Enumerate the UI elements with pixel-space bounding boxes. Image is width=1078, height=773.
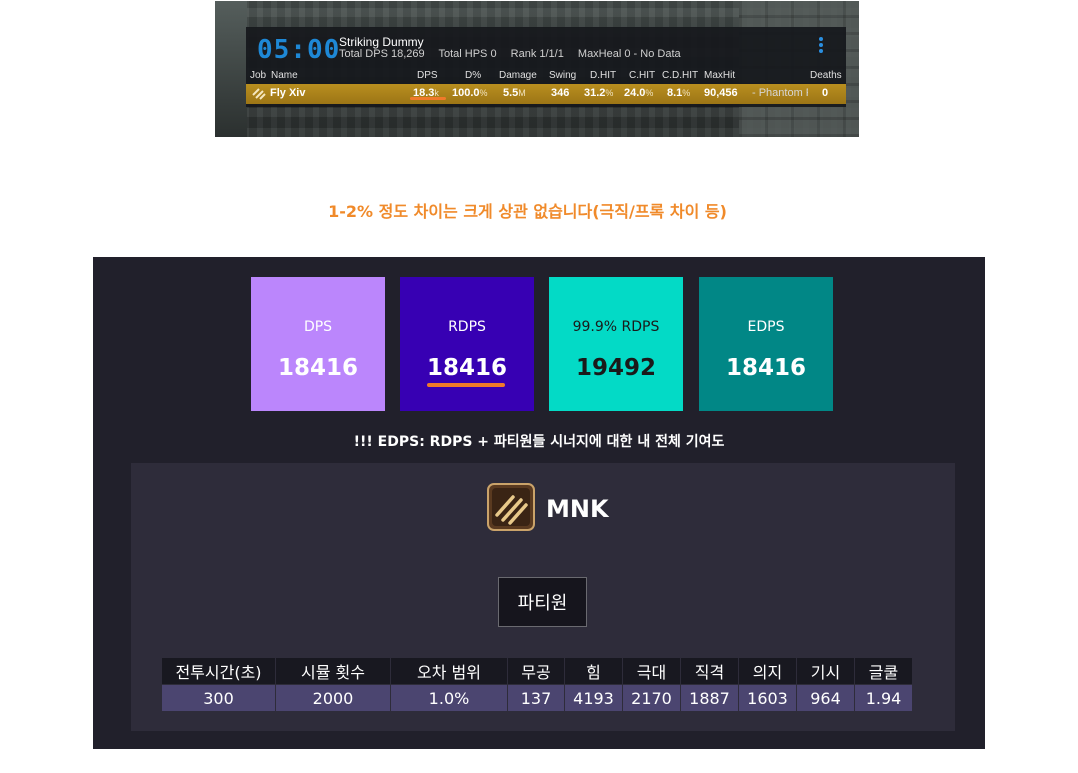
combatant-cdhit: 8.1% bbox=[667, 87, 691, 99]
header-name: Name bbox=[271, 70, 298, 81]
rdps-999-stat-box: 99.9% RDPS 19492 bbox=[549, 277, 683, 411]
header-direct-hit: 직격 bbox=[681, 658, 738, 684]
dps-calculator-panel: DPS 18416 RDPS 18416 99.9% RDPS 19492 ED… bbox=[93, 257, 985, 749]
max-heal: MaxHeal 0 - No Data bbox=[577, 48, 681, 60]
header-strength: 힘 bbox=[565, 658, 622, 684]
mnk-job-icon bbox=[487, 483, 535, 531]
determination-input[interactable]: 1603 bbox=[739, 685, 796, 711]
edps-stat-box: EDPS 18416 bbox=[699, 277, 833, 411]
battle-time-input[interactable]: 300 bbox=[162, 685, 275, 711]
rdps-highlight-underline bbox=[427, 383, 505, 387]
background-wall-left bbox=[215, 1, 247, 137]
simulation-stats-table: 전투시간(초) 시뮬 횟수 오차 범위 무공 힘 극대 직격 의지 기시 글쿨 … bbox=[161, 657, 913, 712]
party-member-button[interactable]: 파티원 bbox=[498, 577, 587, 627]
header-gcd: 글쿨 bbox=[855, 658, 912, 684]
total-hps: Total HPS 0 bbox=[438, 48, 497, 60]
total-dps: Total DPS 18,269 bbox=[339, 48, 425, 60]
rank: Rank 1/1/1 bbox=[510, 48, 564, 60]
header-sim-count: 시뮬 횟수 bbox=[276, 658, 390, 684]
sim-count-input[interactable]: 2000 bbox=[276, 685, 390, 711]
error-range-input[interactable]: 1.0% bbox=[391, 685, 507, 711]
mnk-job-icon bbox=[252, 88, 266, 100]
encounter-timer: 05:00 bbox=[257, 35, 341, 65]
job-name: MNK bbox=[546, 495, 609, 523]
combatant-dhit: 31.2% bbox=[584, 87, 614, 99]
meter-header-row: Job Name DPS D% Damage Swing D.HIT C.HIT… bbox=[249, 70, 845, 84]
header-battle-time: 전투시간(초) bbox=[162, 658, 275, 684]
rdps-999-label: 99.9% RDPS bbox=[572, 319, 660, 335]
encounter-name: Striking Dummy bbox=[339, 35, 424, 49]
combatant-dpct: 100.0% bbox=[452, 87, 488, 99]
variance-note: 1-2% 정도 차이는 크게 상관 없습니다(극직/프록 차이 등) bbox=[328, 202, 727, 221]
dps-stat-box: DPS 18416 bbox=[251, 277, 385, 411]
edps-value: 18416 bbox=[725, 355, 807, 381]
direct-hit-input[interactable]: 1887 bbox=[681, 685, 738, 711]
edps-explanation: !!! EDPS: RDPS + 파티원들 시너지에 대한 내 전체 기여도 bbox=[353, 434, 725, 450]
rdps-999-value: 19492 bbox=[575, 355, 657, 381]
header-swing: Swing bbox=[549, 70, 577, 81]
dps-value: 18416 bbox=[277, 355, 359, 381]
header-deaths: Deaths bbox=[810, 70, 842, 81]
edps-label: EDPS bbox=[747, 319, 785, 335]
encounter-stats: Total DPS 18,269 Total HPS 0 Rank 1/1/1 … bbox=[339, 48, 692, 60]
strength-input[interactable]: 4193 bbox=[565, 685, 622, 711]
header-weapon-damage: 무공 bbox=[508, 658, 564, 684]
act-meter-panel: 05:00 Striking Dummy Total DPS 18,269 To… bbox=[246, 27, 846, 107]
rdps-value: 18416 bbox=[426, 355, 508, 381]
combatant-swing: 346 bbox=[551, 87, 570, 99]
header-job: Job bbox=[250, 70, 267, 81]
header-critical: 극대 bbox=[623, 658, 680, 684]
table-row: 300 2000 1.0% 137 4193 2170 1887 1603 96… bbox=[162, 685, 912, 711]
critical-input[interactable]: 2170 bbox=[623, 685, 680, 711]
more-menu-icon[interactable] bbox=[818, 37, 824, 55]
gcd-input[interactable]: 1.94 bbox=[855, 685, 912, 711]
combatant-name: Fly Xiv bbox=[270, 87, 306, 99]
header-determination: 의지 bbox=[739, 658, 796, 684]
table-header-row: 전투시간(초) 시뮬 횟수 오차 범위 무공 힘 극대 직격 의지 기시 글쿨 bbox=[162, 658, 912, 684]
combatant-maxhit: 90,456 bbox=[704, 87, 738, 99]
header-skill-speed: 기시 bbox=[797, 658, 854, 684]
dps-highlight-underline bbox=[410, 97, 446, 100]
combatant-deaths: 0 bbox=[822, 87, 829, 99]
header-dpct: D% bbox=[465, 70, 482, 81]
header-chit: C.HIT bbox=[629, 70, 656, 81]
header-error-range: 오차 범위 bbox=[391, 658, 507, 684]
simulation-settings-panel: MNK 파티원 전투시간(초) 시뮬 횟수 오차 범위 무공 힘 극대 직격 의… bbox=[131, 463, 955, 731]
combatant-row[interactable]: Fly Xiv 18.3k 100.0% 5.5M 346 31.2% 24.0… bbox=[246, 84, 846, 104]
combatant-maxhit-skill: - Phantom F bbox=[752, 87, 808, 99]
header-maxhit: MaxHit bbox=[704, 70, 736, 81]
dps-label: DPS bbox=[303, 319, 333, 335]
header-dps: DPS bbox=[417, 70, 438, 81]
skill-speed-input[interactable]: 964 bbox=[797, 685, 854, 711]
rdps-stat-box: RDPS 18416 bbox=[400, 277, 534, 411]
header-dhit: D.HIT bbox=[590, 70, 617, 81]
combatant-damage: 5.5M bbox=[503, 87, 526, 99]
header-cdhit: C.D.HIT bbox=[662, 70, 699, 81]
weapon-damage-input[interactable]: 137 bbox=[508, 685, 564, 711]
rdps-label: RDPS bbox=[448, 319, 486, 335]
act-overlay-screenshot: 05:00 Striking Dummy Total DPS 18,269 To… bbox=[215, 1, 859, 137]
header-damage: Damage bbox=[499, 70, 537, 81]
combatant-chit: 24.0% bbox=[624, 87, 654, 99]
